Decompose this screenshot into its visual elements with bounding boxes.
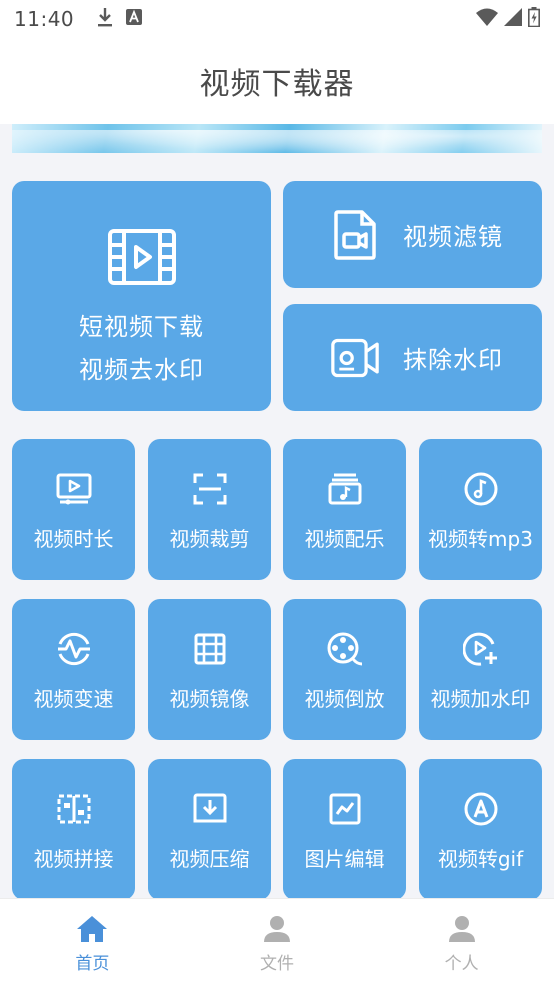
tool-label: 视频加水印	[430, 687, 531, 711]
video-reverse-tile[interactable]: 视频倒放	[283, 599, 406, 740]
monitor-play-icon	[56, 471, 92, 507]
film-strip-icon	[194, 631, 226, 667]
video-to-mp3-tile[interactable]: 视频转mp3	[419, 439, 542, 580]
camera-icon	[331, 337, 379, 379]
music-note-icon	[464, 471, 498, 507]
page-title: 视频下载器	[199, 67, 355, 102]
tool-label: 视频配乐	[304, 527, 385, 551]
music-album-icon	[328, 471, 362, 507]
nav-home-label: 首页	[75, 954, 110, 974]
main-feature-line1: 短视频下载	[79, 313, 204, 341]
bottom-navigation: 首页 文件 个人	[0, 898, 554, 984]
nav-profile[interactable]: 个人	[369, 899, 554, 984]
download-remove-watermark-tile[interactable]: 短视频下载 视频去水印	[12, 181, 271, 411]
tool-label: 视频转gif	[437, 847, 524, 871]
play-plus-icon	[462, 631, 499, 667]
a-badge-icon	[126, 9, 143, 29]
tool-label: 图片编辑	[304, 847, 385, 871]
nav-files-label: 文件	[260, 954, 294, 974]
app-header: 视频下载器	[0, 38, 554, 124]
splice-icon	[57, 791, 91, 827]
erase-watermark-tile[interactable]: 抹除水印	[283, 304, 542, 411]
video-splice-tile[interactable]: 视频拼接	[12, 759, 135, 900]
download-icon	[96, 6, 114, 32]
tool-label: 视频裁剪	[169, 527, 250, 551]
gif-a-icon	[464, 791, 498, 827]
tool-label: 视频转mp3	[428, 527, 533, 551]
status-bar: 11:40	[0, 0, 554, 38]
home-icon	[76, 915, 108, 945]
video-file-icon	[331, 209, 379, 260]
nav-profile-label: 个人	[444, 954, 479, 974]
video-music-tile[interactable]: 视频配乐	[283, 439, 406, 580]
compress-download-icon	[193, 791, 227, 827]
video-filter-label: 视频滤镜	[403, 223, 503, 251]
video-add-watermark-tile[interactable]: 视频加水印	[419, 599, 542, 740]
signal-icon	[504, 8, 522, 30]
tool-label: 视频镜像	[169, 687, 250, 711]
speed-wave-icon	[56, 631, 92, 667]
image-edit-tile[interactable]: 图片编辑	[283, 759, 406, 900]
film-play-icon	[107, 229, 176, 289]
nav-home[interactable]: 首页	[0, 899, 185, 984]
tool-label: 视频压缩	[169, 847, 250, 871]
tool-label: 视频倒放	[304, 687, 385, 711]
video-compress-tile[interactable]: 视频压缩	[148, 759, 271, 900]
nav-files[interactable]: 文件	[185, 899, 370, 984]
tool-label: 视频变速	[33, 687, 114, 711]
video-filter-tile[interactable]: 视频滤镜	[283, 181, 542, 288]
person-icon	[448, 915, 476, 945]
crop-icon	[193, 471, 227, 507]
banner-image[interactable]	[12, 124, 542, 153]
reel-icon	[327, 631, 363, 667]
video-speed-tile[interactable]: 视频变速	[12, 599, 135, 740]
main-feature-line2: 视频去水印	[79, 356, 204, 384]
erase-watermark-label: 抹除水印	[403, 346, 503, 374]
video-mirror-tile[interactable]: 视频镜像	[148, 599, 271, 740]
video-duration-tile[interactable]: 视频时长	[12, 439, 135, 580]
video-to-gif-tile[interactable]: 视频转gif	[419, 759, 542, 900]
battery-icon	[528, 7, 540, 31]
tool-label: 视频时长	[33, 527, 114, 551]
image-chart-icon	[329, 791, 361, 827]
status-time: 11:40	[14, 7, 75, 31]
video-crop-tile[interactable]: 视频裁剪	[148, 439, 271, 580]
wifi-icon	[476, 8, 498, 30]
tool-label: 视频拼接	[33, 847, 114, 871]
person-icon	[263, 915, 291, 945]
